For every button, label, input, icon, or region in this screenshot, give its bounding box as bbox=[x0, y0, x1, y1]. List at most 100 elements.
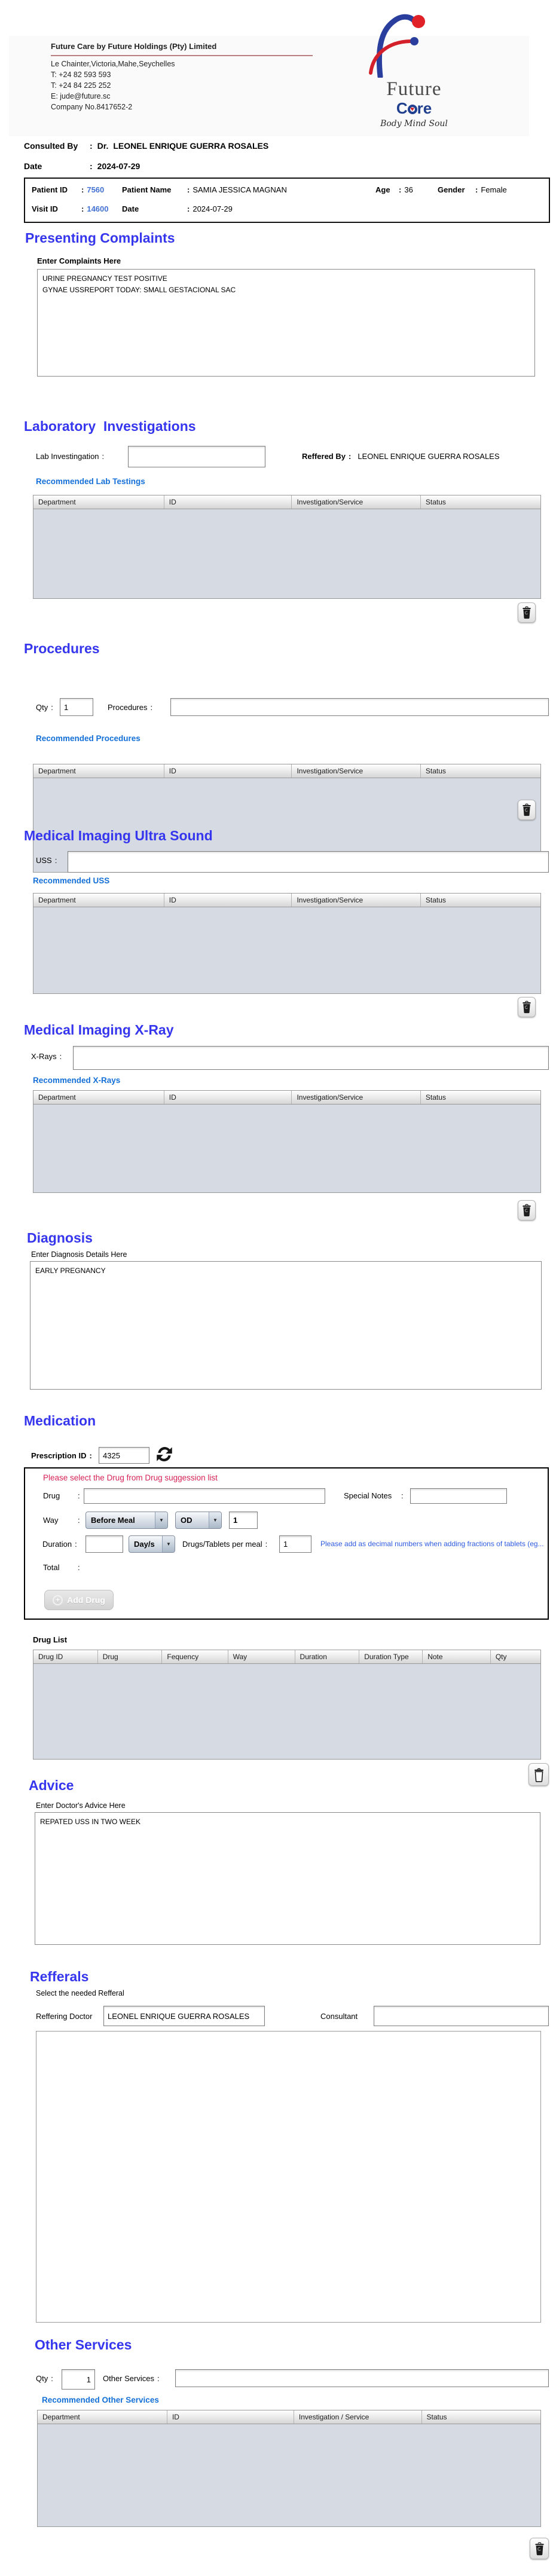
reffering-doctor-label: Reffering Doctor bbox=[36, 2012, 92, 2021]
clear-other-button[interactable] bbox=[530, 2538, 549, 2559]
clear-advice-button[interactable] bbox=[528, 1763, 549, 1786]
other-col-status[interactable]: Status bbox=[422, 2410, 540, 2424]
uss-col-department[interactable]: Department bbox=[33, 894, 164, 907]
consultant-input[interactable] bbox=[374, 2006, 549, 2026]
other-table-body[interactable] bbox=[37, 2424, 541, 2527]
lab-col-department[interactable]: Department bbox=[33, 495, 164, 509]
company-registration: Company No.8417652-2 bbox=[51, 103, 132, 111]
age-label: Age bbox=[375, 185, 396, 194]
proc-col-investigation[interactable]: Investigation/Service bbox=[292, 764, 420, 778]
lab-col-investigation[interactable]: Investigation/Service bbox=[292, 495, 420, 509]
advice-label: Enter Doctor's Advice Here bbox=[36, 1801, 126, 1810]
way-select-value: Before Meal bbox=[86, 1516, 155, 1525]
drug-col-qty[interactable]: Qty bbox=[491, 1650, 540, 1663]
proc-input[interactable] bbox=[170, 698, 549, 716]
age-field: Age : 36 bbox=[375, 185, 413, 194]
patient-id-colon: : bbox=[81, 185, 84, 194]
xray-input[interactable] bbox=[73, 1046, 549, 1070]
recommended-xray-link[interactable]: Recommended X-Rays bbox=[33, 1076, 120, 1085]
uss-table-body[interactable] bbox=[33, 907, 541, 994]
lab-table-header: Department ID Investigation/Service Stat… bbox=[33, 495, 541, 509]
clear-diagnosis-button[interactable] bbox=[518, 1200, 536, 1220]
section-title-other-services: Other Services bbox=[35, 2337, 132, 2353]
other-services-label: Other Services bbox=[103, 2374, 154, 2383]
company-phone-2: T: +24 84 225 252 bbox=[51, 81, 111, 90]
drug-col-way[interactable]: Way bbox=[228, 1650, 295, 1663]
drug-input[interactable] bbox=[84, 1488, 325, 1504]
other-qty-input[interactable] bbox=[62, 2369, 95, 2390]
add-drug-button[interactable]: + Add Drug bbox=[44, 1590, 114, 1610]
section-title-procedures: Procedures bbox=[24, 641, 100, 657]
other-col-department[interactable]: Department bbox=[38, 2410, 167, 2424]
gender-field: Gender : Female bbox=[438, 185, 507, 194]
recommended-uss-link[interactable]: Recommended USS bbox=[33, 876, 109, 885]
reffered-by-group: Reffered By : LEONEL ENRIQUE GUERRA ROSA… bbox=[302, 452, 500, 461]
proc-col-department[interactable]: Department bbox=[33, 764, 164, 778]
xray-colon: : bbox=[60, 1052, 62, 1061]
visit-id-label: Visit ID bbox=[32, 204, 78, 213]
gender-label: Gender bbox=[438, 185, 472, 194]
proc-col-status[interactable]: Status bbox=[421, 764, 540, 778]
drug-col-drug[interactable]: Drug bbox=[98, 1650, 163, 1663]
xray-col-department[interactable]: Department bbox=[33, 1091, 164, 1104]
per-meal-input[interactable] bbox=[279, 1535, 311, 1553]
refresh-prescription-button[interactable] bbox=[154, 1444, 175, 1464]
way-select[interactable]: Before Meal ▼ bbox=[85, 1512, 168, 1529]
duration-input[interactable] bbox=[85, 1535, 123, 1553]
xray-col-id[interactable]: ID bbox=[164, 1091, 292, 1104]
drug-col-id[interactable]: Drug ID bbox=[33, 1650, 98, 1663]
complaints-textarea[interactable]: URINE PREGNANCY TEST POSITIVE GYNAE USSR… bbox=[37, 269, 535, 377]
xray-table-body[interactable] bbox=[33, 1105, 541, 1193]
drug-col-note[interactable]: Note bbox=[423, 1650, 491, 1663]
drug-col-frequency[interactable]: Fequency bbox=[162, 1650, 228, 1663]
lab-table-body[interactable] bbox=[33, 509, 541, 599]
clear-lab-button[interactable] bbox=[518, 602, 536, 623]
special-notes-label: Special Notes bbox=[344, 1491, 392, 1500]
chevron-down-icon[interactable]: ▼ bbox=[162, 1536, 175, 1552]
uss-input[interactable] bbox=[68, 851, 549, 873]
way-label: Way bbox=[43, 1516, 59, 1525]
patient-name-field: Patient Name : SAMIA JESSICA MAGNAN bbox=[122, 185, 287, 194]
trash-icon bbox=[534, 2542, 545, 2556]
drug-col-duration-type[interactable]: Duration Type bbox=[359, 1650, 423, 1663]
clear-proc-button[interactable] bbox=[518, 800, 536, 820]
lab-investigation-input[interactable] bbox=[128, 446, 265, 467]
drug-list-label: Drug List bbox=[33, 1635, 67, 1644]
special-notes-input[interactable] bbox=[410, 1488, 507, 1504]
proc-colon: : bbox=[150, 703, 152, 712]
proc-col-id[interactable]: ID bbox=[164, 764, 292, 778]
reffering-doctor-input[interactable] bbox=[103, 2006, 265, 2026]
chevron-down-icon[interactable]: ▼ bbox=[155, 1512, 167, 1528]
uss-col-id[interactable]: ID bbox=[164, 894, 292, 907]
recommended-lab-testings-link[interactable]: Recommended Lab Testings bbox=[36, 477, 145, 486]
lab-col-id[interactable]: ID bbox=[164, 495, 292, 509]
advice-textarea[interactable]: REPATED USS IN TWO WEEK bbox=[35, 1812, 540, 1945]
duration-unit-select[interactable]: Day/s ▼ bbox=[129, 1535, 175, 1553]
chevron-down-icon[interactable]: ▼ bbox=[209, 1512, 221, 1528]
way-qty-input[interactable] bbox=[229, 1512, 258, 1529]
diagnosis-textarea[interactable]: EARLY PREGNANCY bbox=[30, 1261, 542, 1390]
xray-label-group: X-Rays : bbox=[31, 1052, 65, 1061]
drug-warning-text: Please select the Drug from Drug suggess… bbox=[43, 1473, 218, 1482]
other-col-id[interactable]: ID bbox=[167, 2410, 294, 2424]
uss-col-investigation[interactable]: Investigation/Service bbox=[292, 894, 420, 907]
other-col-investigation[interactable]: Investigation / Service bbox=[294, 2410, 422, 2424]
referrals-list-box[interactable] bbox=[36, 2031, 541, 2323]
recommended-other-services-link[interactable]: Recommended Other Services bbox=[42, 2396, 159, 2404]
uss-label-group: USS : bbox=[36, 856, 60, 865]
frequency-select[interactable]: OD ▼ bbox=[175, 1512, 222, 1529]
recommended-procedures-link[interactable]: Recommended Procedures bbox=[36, 734, 140, 743]
proc-qty-input[interactable] bbox=[60, 698, 93, 716]
uss-table-header: Department ID Investigation/Service Stat… bbox=[33, 893, 541, 907]
logo-care-a: ♥ bbox=[408, 105, 417, 114]
lab-col-status[interactable]: Status bbox=[421, 495, 540, 509]
drug-table-body[interactable] bbox=[33, 1664, 541, 1760]
prescription-id-input[interactable] bbox=[99, 1447, 149, 1464]
patient-info-box: Patient ID : 7560 Patient Name : SAMIA J… bbox=[24, 178, 550, 223]
xray-col-status[interactable]: Status bbox=[421, 1091, 540, 1104]
uss-col-status[interactable]: Status bbox=[421, 894, 540, 907]
drug-col-duration[interactable]: Duration bbox=[295, 1650, 360, 1663]
clear-uss-button[interactable] bbox=[518, 997, 536, 1017]
xray-col-investigation[interactable]: Investigation/Service bbox=[292, 1091, 420, 1104]
other-services-input[interactable] bbox=[175, 2369, 549, 2387]
